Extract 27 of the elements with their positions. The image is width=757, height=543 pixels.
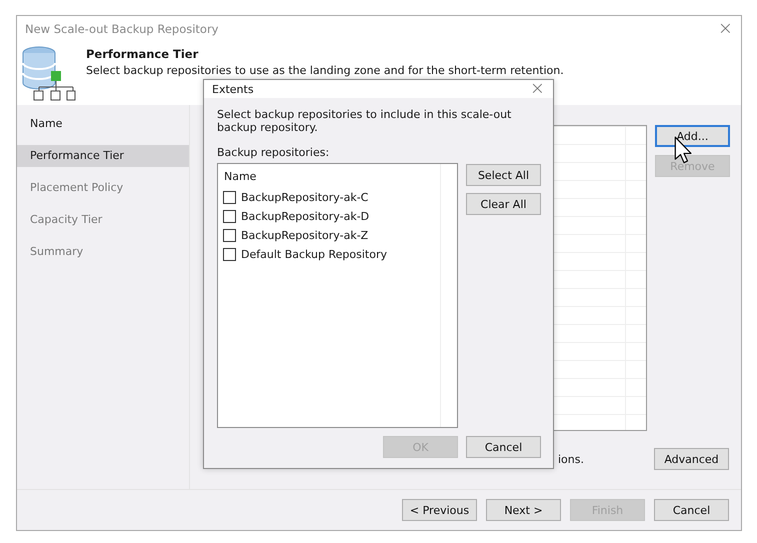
repository-name[interactable]: BackupRepository-ak-Z	[241, 229, 368, 242]
advanced-button[interactable]: Advanced	[654, 448, 729, 470]
close-button[interactable]: ×	[718, 20, 733, 38]
info-text: ions.	[558, 452, 584, 466]
dialog-description: Select backup repositories to include in this scale-out backup repository.	[217, 108, 512, 134]
window-title: New Scale-out Backup Repository	[25, 22, 218, 36]
close-button[interactable]: ×	[530, 80, 545, 98]
checkbox[interactable]	[223, 248, 236, 261]
checkbox[interactable]	[223, 210, 236, 223]
wizard-button[interactable]: Next >	[486, 499, 561, 522]
checkbox[interactable]	[223, 229, 236, 242]
sidebar-item[interactable]: Performance Tier	[17, 145, 189, 168]
checkbox[interactable]	[223, 191, 236, 204]
column-header: Name	[223, 169, 258, 185]
dialog-button[interactable]: Cancel	[466, 436, 541, 458]
wizard-button[interactable]: Cancel	[654, 499, 729, 522]
dialog-title: Extents	[212, 82, 254, 96]
selection-button[interactable]: Select All	[466, 164, 541, 186]
repository-name[interactable]: BackupRepository-ak-C	[241, 191, 368, 204]
list-label: Backup repositories:	[217, 146, 330, 159]
wizard-button[interactable]: < Previous	[402, 499, 477, 522]
repository-name[interactable]: Default Backup Repository	[241, 248, 387, 261]
repository-name[interactable]: BackupRepository-ak-D	[241, 210, 370, 223]
step-description: Select backup repositories to use as the landing zone and for the short-term retention.	[86, 64, 564, 77]
sidebar-item[interactable]: Name	[17, 113, 189, 136]
selection-button[interactable]: Clear All	[466, 193, 541, 215]
step-title: Performance Tier	[86, 46, 200, 61]
